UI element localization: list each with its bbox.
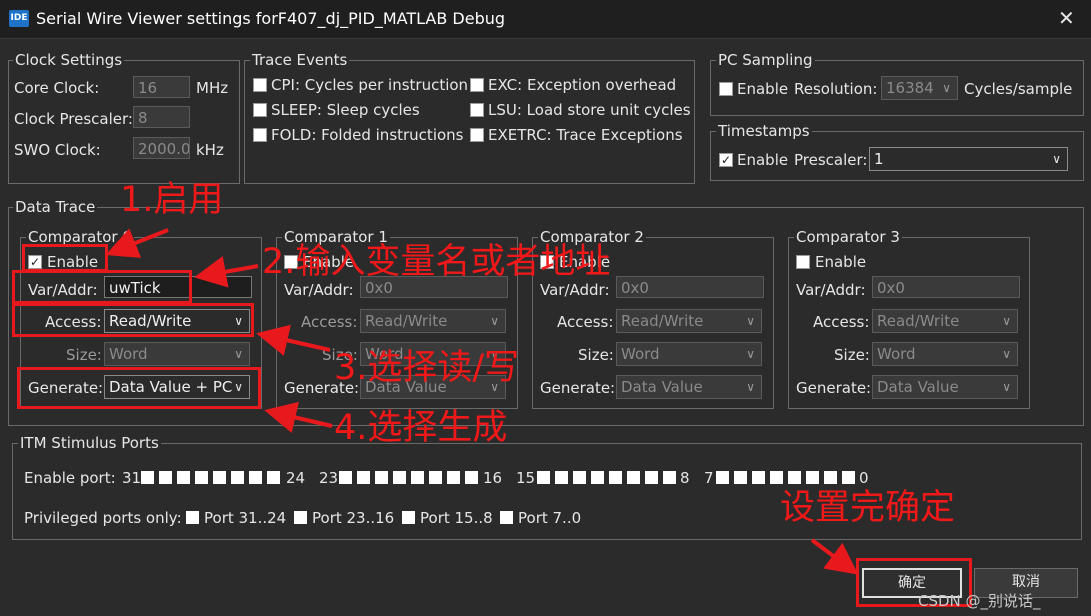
arrow-to-access	[256, 324, 331, 356]
annotation-step-3: 3.选择读/写	[334, 348, 520, 388]
annotation-step-4: 4.选择生成	[334, 408, 508, 448]
annotation-step-5: 设置完确定	[780, 488, 956, 528]
annotation-step-2: 2.输入变量名或者地址	[262, 242, 611, 282]
arrow-to-var	[194, 256, 259, 288]
arrow-to-enable	[105, 228, 169, 258]
csdn-watermark: CSDN @_别说话_	[918, 592, 1041, 610]
arrow-to-ok	[810, 538, 859, 575]
annotation-step-1: 1.启用	[120, 180, 224, 220]
arrow-to-generate	[264, 401, 333, 434]
